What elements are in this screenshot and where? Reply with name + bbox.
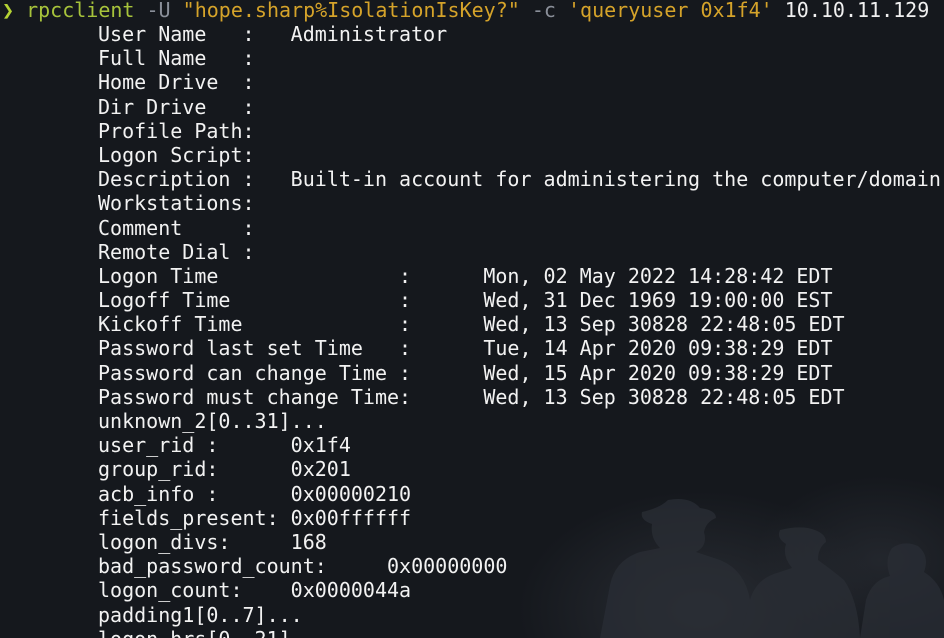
field-value: Wed, 31 Dec 1969 19:00:00 EST xyxy=(483,288,833,313)
user-flag: -U xyxy=(146,0,171,22)
field-value: Wed, 15 Apr 2020 09:38:29 EDT xyxy=(483,360,833,385)
field-label: padding1[0..7]... xyxy=(98,602,303,627)
field-value: Wed, 13 Sep 30828 22:48:05 EDT xyxy=(483,384,845,409)
output-line-user-name: User Name : Administrator xyxy=(98,22,941,46)
field-label: bad_password_count: xyxy=(98,554,327,579)
target-ip: 10.10.11.129 xyxy=(784,0,930,22)
output-line-home-drive: Home Drive : xyxy=(98,70,941,94)
field-label: Profile Path: xyxy=(98,118,255,143)
output-line-unknown-2: unknown_2[0..31]... xyxy=(98,409,941,433)
field-label: Home Drive : xyxy=(98,70,255,95)
output-line-bad-password-count: bad_password_count: 0x00000000 xyxy=(98,554,941,578)
prompt-arrow-icon: ❯ xyxy=(2,0,15,22)
field-label: Password can change Time : xyxy=(98,360,412,385)
terminal-window[interactable]: ❯ rpcclient -U "hope.sharp%IsolationIsKe… xyxy=(0,0,944,638)
field-value: Tue, 14 Apr 2020 09:38:29 EDT xyxy=(483,336,833,361)
field-value: 168 xyxy=(290,529,327,554)
field-label: Workstations: xyxy=(98,191,255,216)
output-line-logon-script: Logon Script: xyxy=(98,143,941,167)
field-label: Description : xyxy=(98,167,255,192)
command-output: User Name : Administrator Full Name : Ho… xyxy=(98,22,941,638)
output-line-password-must-change: Password must change Time: Wed, 13 Sep 3… xyxy=(98,385,941,409)
field-value: Administrator xyxy=(290,22,448,46)
query-argument: 'queryuser 0x1f4' xyxy=(568,0,773,22)
field-value: Wed, 13 Sep 30828 22:48:05 EDT xyxy=(483,312,845,337)
command-flag: -c xyxy=(531,0,556,22)
field-value: 0x00000210 xyxy=(290,481,412,506)
field-value: Built-in account for administering the c… xyxy=(290,167,941,192)
field-label: Dir Drive : xyxy=(98,94,255,119)
output-line-logon-hrs: logon_hrs[0..21]... xyxy=(98,627,941,638)
field-label: Logoff Time : xyxy=(98,288,412,313)
output-line-padding1: padding1[0..7]... xyxy=(98,603,941,627)
output-line-dir-drive: Dir Drive : xyxy=(98,95,941,119)
field-label: Password must change Time: xyxy=(98,384,412,409)
field-value: Mon, 02 May 2022 14:28:42 EDT xyxy=(483,263,833,288)
field-label: logon_divs: xyxy=(98,529,231,554)
output-line-profile-path: Profile Path: xyxy=(98,119,941,143)
field-label: Remote Dial : xyxy=(98,239,255,264)
field-label: Full Name : xyxy=(98,46,255,71)
field-label: Password last set Time : xyxy=(98,336,412,361)
output-line-user-rid: user_rid : 0x1f4 xyxy=(98,433,941,457)
field-value: 0x201 xyxy=(290,457,351,482)
field-label: User Name : xyxy=(98,22,255,46)
output-line-full-name: Full Name : xyxy=(98,46,941,70)
output-line-password-can-change: Password can change Time : Wed, 15 Apr 2… xyxy=(98,361,941,385)
output-line-comment: Comment : xyxy=(98,216,941,240)
output-line-password-last-set: Password last set Time : Tue, 14 Apr 202… xyxy=(98,336,941,360)
field-label: unknown_2[0..31]... xyxy=(98,409,327,433)
field-label: group_rid: xyxy=(98,457,219,482)
field-label: Kickoff Time : xyxy=(98,312,412,337)
field-label: acb_info : xyxy=(98,481,219,506)
field-value: 0x00ffffff xyxy=(290,505,412,530)
credential-argument: "hope.sharp%IsolationIsKey?" xyxy=(182,0,520,22)
field-label: fields_present: xyxy=(98,505,279,530)
field-label: user_rid : xyxy=(98,433,219,458)
field-label: Comment : xyxy=(98,215,255,240)
field-value: 0x0000044a xyxy=(290,578,412,603)
output-line-logon-divs: logon_divs: 168 xyxy=(98,530,941,554)
output-line-kickoff-time: Kickoff Time : Wed, 13 Sep 30828 22:48:0… xyxy=(98,312,941,336)
output-line-logoff-time: Logoff Time : Wed, 31 Dec 1969 19:00:00 … xyxy=(98,288,941,312)
field-value: 0x1f4 xyxy=(290,433,351,458)
output-line-logon-time: Logon Time : Mon, 02 May 2022 14:28:42 E… xyxy=(98,264,941,288)
field-label: Logon Time : xyxy=(98,263,412,288)
output-line-fields-present: fields_present: 0x00ffffff xyxy=(98,506,941,530)
field-label: logon_count: xyxy=(98,578,243,603)
field-label: logon_hrs[0..21]... xyxy=(98,627,327,638)
command-prompt[interactable]: ❯ rpcclient -U "hope.sharp%IsolationIsKe… xyxy=(2,0,929,22)
output-line-acb-info: acb_info : 0x00000210 xyxy=(98,482,941,506)
output-line-logon-count: logon_count: 0x0000044a xyxy=(98,578,941,602)
command-name: rpcclient xyxy=(26,0,135,22)
field-label: Logon Script: xyxy=(98,142,255,167)
field-value: 0x00000000 xyxy=(387,554,508,579)
output-line-remote-dial: Remote Dial : xyxy=(98,240,941,264)
output-line-description: Description : Built-in account for admin… xyxy=(98,167,941,191)
output-line-workstations: Workstations: xyxy=(98,191,941,215)
output-line-group-rid: group_rid: 0x201 xyxy=(98,457,941,481)
